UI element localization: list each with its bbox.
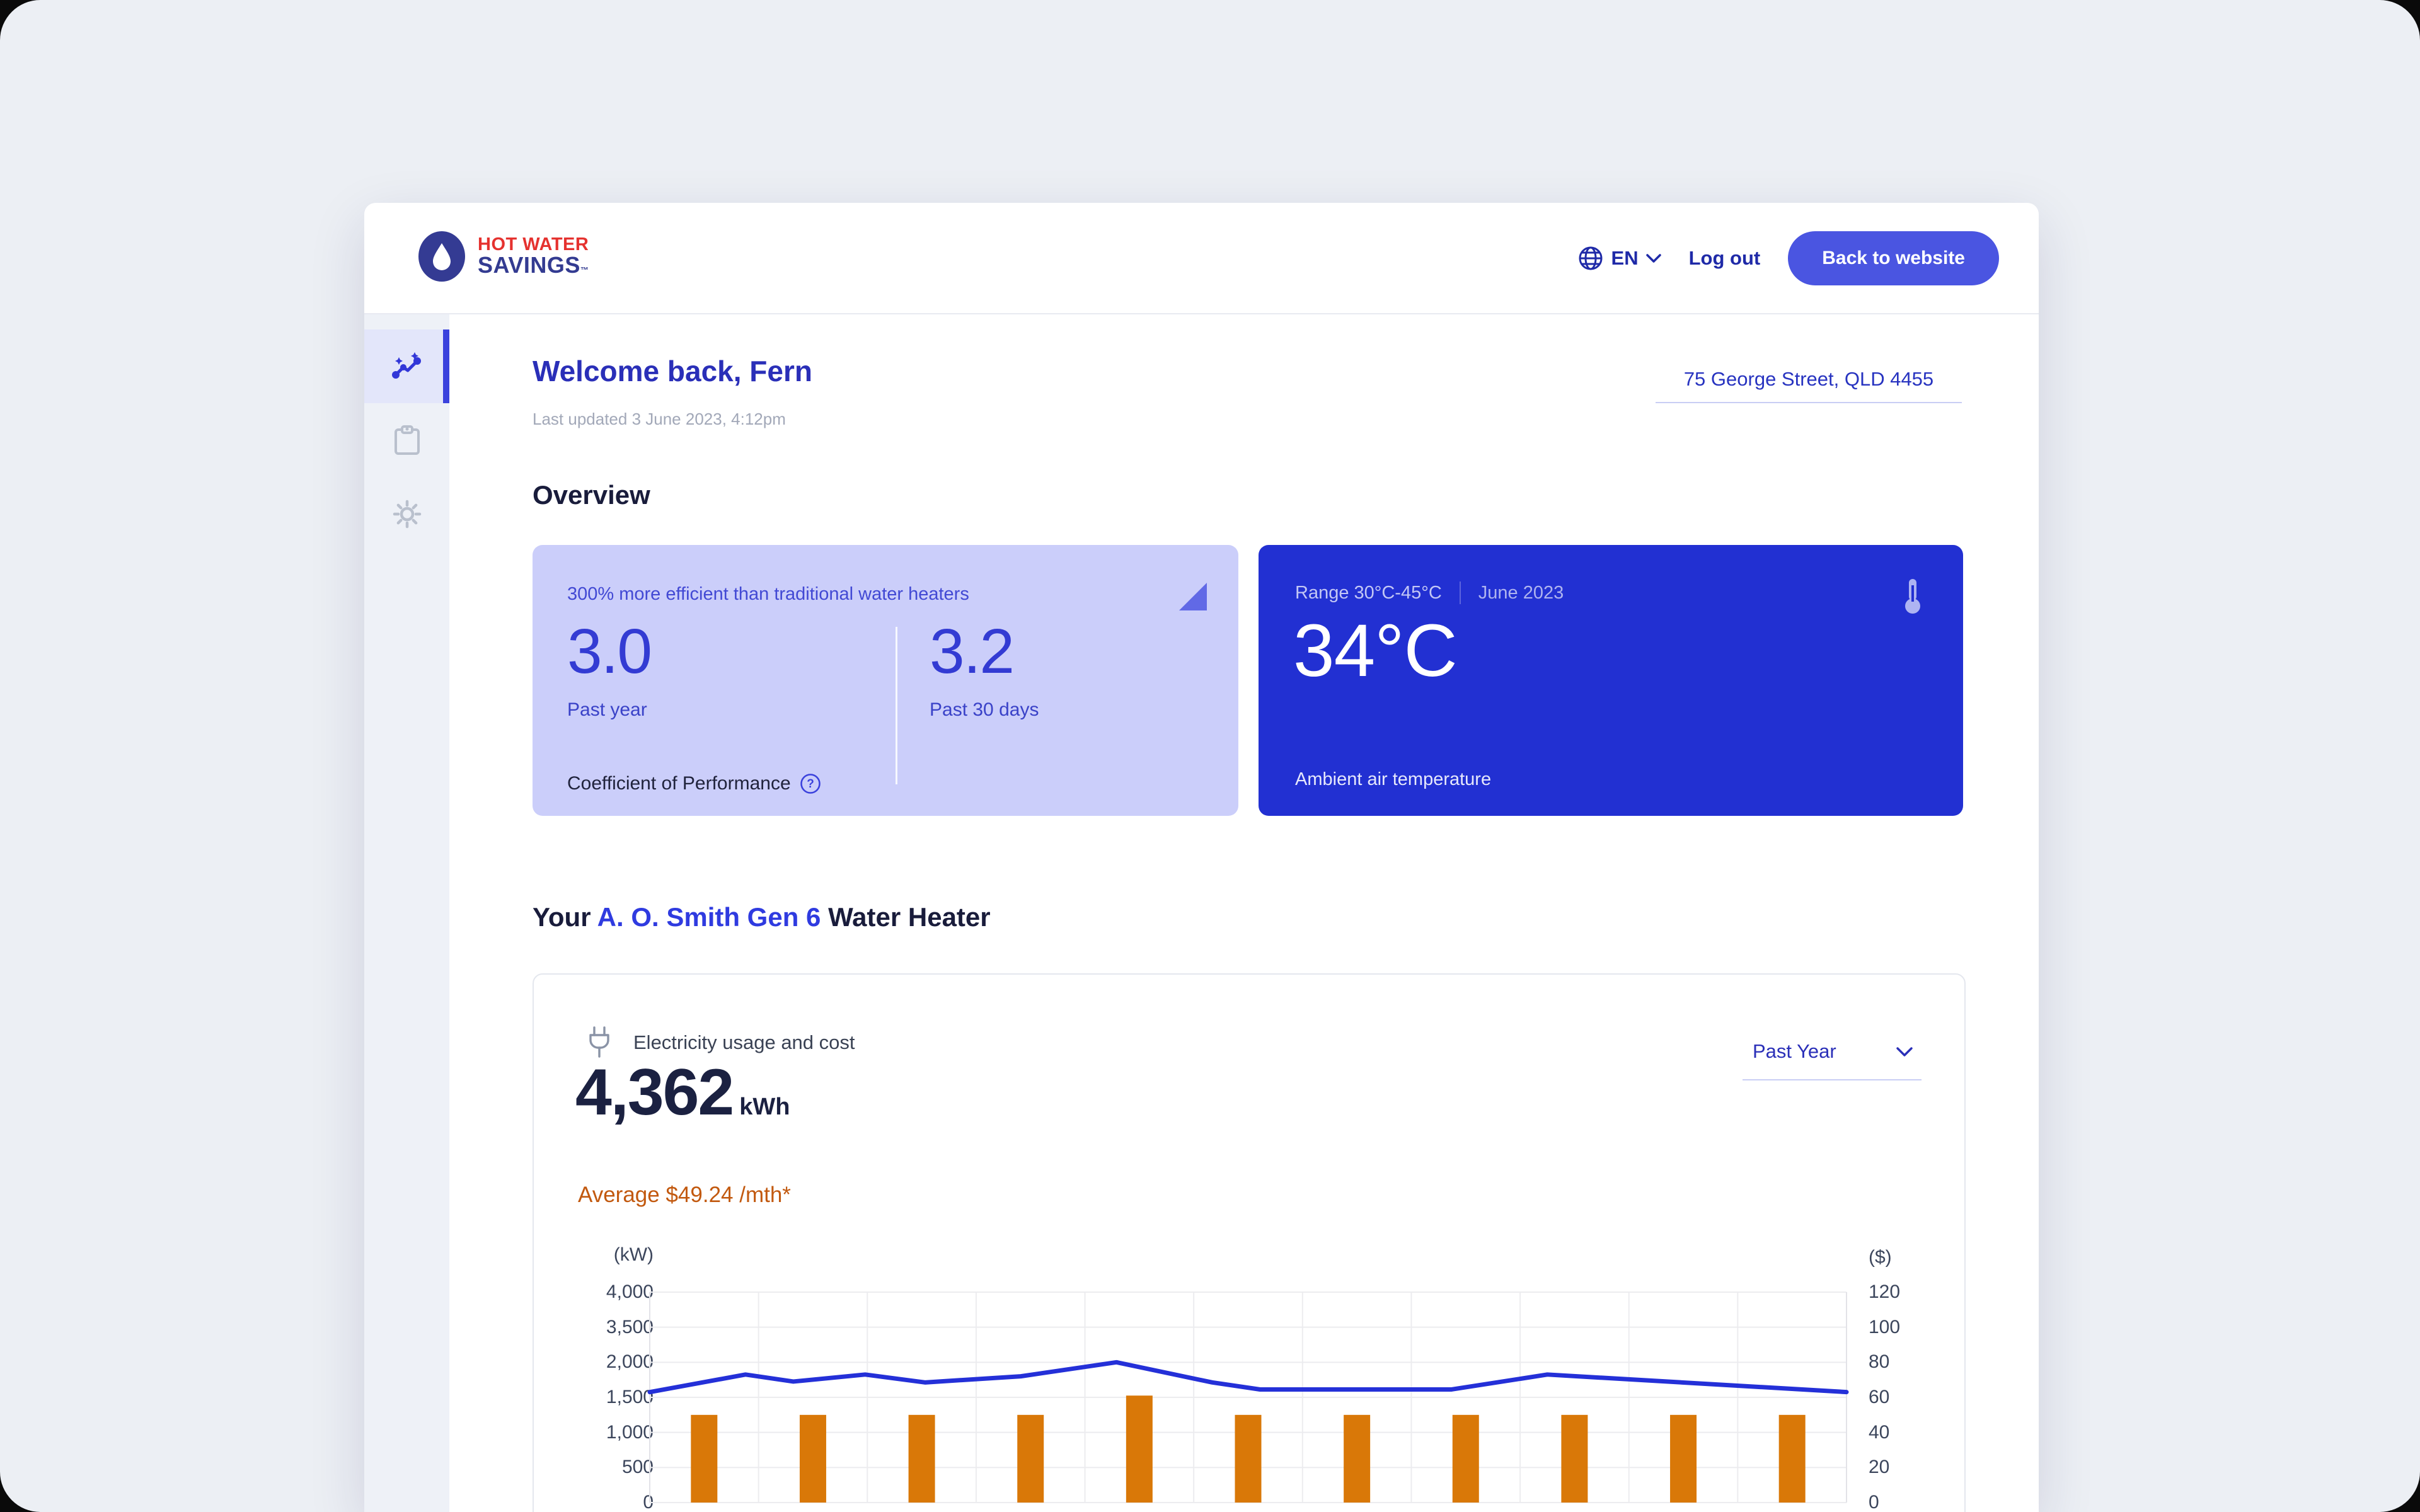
back-to-website-button[interactable]: Back to website — [1788, 231, 1999, 285]
axis-tick: 500 — [621, 1457, 654, 1478]
cost-bar — [799, 1414, 826, 1503]
chevron-down-icon — [1896, 1046, 1913, 1057]
usage-total-unit: kWh — [739, 1094, 790, 1120]
period-selector[interactable]: Past Year — [1743, 1040, 1922, 1080]
water-droplet-icon — [418, 231, 465, 282]
axis-tick: 20 — [1869, 1457, 1890, 1478]
cop-value: 3.0 — [567, 616, 652, 687]
axis-tick: 80 — [1869, 1351, 1890, 1373]
overview-heading: Overview — [533, 480, 650, 510]
language-label: EN — [1611, 246, 1639, 269]
cop-stat-past-30-days: 3.2 Past 30 days — [930, 616, 1039, 721]
clipboard-icon — [394, 425, 420, 455]
cost-bar — [1344, 1414, 1371, 1503]
cost-bar — [1778, 1414, 1806, 1503]
language-selector[interactable]: EN — [1577, 245, 1661, 272]
period-selected-value: Past Year — [1753, 1040, 1836, 1062]
cost-bar — [1017, 1414, 1044, 1503]
page-title: Welcome back, Fern — [533, 355, 812, 387]
axis-tick: 40 — [1869, 1421, 1890, 1443]
usage-line — [647, 1360, 1849, 1395]
property-address-link[interactable]: 75 George Street, QLD 4455 — [1656, 368, 1962, 403]
sidebar-nav — [364, 314, 449, 1512]
cop-value: 3.2 — [930, 616, 1015, 687]
last-updated: Last updated 3 June 2023, 4:12pm — [533, 410, 786, 428]
efficiency-caption: 300% more efficient than traditional wat… — [567, 584, 969, 604]
coefficient-footer: Coefficient of Performance ? — [567, 773, 821, 794]
usage-average-cost: Average $49.24 /mth* — [578, 1183, 791, 1207]
usage-cost-chart — [647, 1292, 1849, 1503]
cost-bar — [908, 1414, 935, 1503]
axis-tick: 1,000 — [606, 1421, 654, 1443]
cop-label: Past year — [567, 699, 647, 720]
axis-tick: 1,500 — [606, 1387, 654, 1407]
axis-tick: 2,000 — [606, 1351, 654, 1373]
axis-tick: 120 — [1869, 1281, 1901, 1302]
axis-tick: 60 — [1869, 1387, 1890, 1407]
heater-model-link[interactable]: A. O. Smith Gen 6 — [597, 902, 821, 932]
brand-logo: HOT WATER SAVINGS™ — [417, 231, 589, 282]
axis-tick: 4,000 — [606, 1281, 654, 1302]
trend-sparkline-icon — [391, 352, 421, 379]
globe-icon — [1579, 246, 1603, 270]
electricity-usage-card: Electricity usage and cost Past Year 4,3… — [533, 973, 1966, 1512]
cop-label: Past 30 days — [930, 699, 1039, 720]
cost-bar — [1235, 1414, 1262, 1503]
heater-title-prefix: Your — [533, 902, 597, 932]
thermometer-icon — [1905, 579, 1920, 614]
usage-total-value: 4,362 — [575, 1056, 734, 1129]
temperature-range: Range 30°C-45°C — [1295, 582, 1442, 603]
screen-background: HOT WATER SAVINGS™ EN Log out Back to we… — [0, 0, 2420, 1512]
app-header: HOT WATER SAVINGS™ EN Log out Back to we… — [364, 203, 2039, 314]
logout-button[interactable]: Log out — [1689, 247, 1761, 270]
brand-logo-text: HOT WATER SAVINGS™ — [478, 234, 589, 278]
usage-card-title: Electricity usage and cost — [633, 1031, 855, 1053]
heater-section-heading: Your A. O. Smith Gen 6 Water Heater — [533, 902, 991, 932]
stat-divider — [896, 627, 897, 784]
cost-bar — [1126, 1395, 1153, 1503]
logo-line2: SAVINGS™ — [478, 252, 589, 278]
temperature-card: Range 30°C-45°C June 2023 34°C Ambient a… — [1259, 545, 1963, 816]
question-circle-icon[interactable]: ? — [800, 773, 821, 794]
cost-bar — [691, 1414, 718, 1503]
chevron-down-icon — [1645, 253, 1661, 263]
cost-bar — [1670, 1414, 1697, 1503]
cost-bar — [1561, 1414, 1588, 1503]
sidebar-item-reports[interactable] — [364, 403, 449, 477]
left-axis-title: (kW) — [613, 1244, 654, 1265]
meta-divider — [1459, 581, 1461, 604]
cop-stat-past-year: 3.0 Past year — [567, 616, 652, 721]
efficiency-card: 300% more efficient than traditional wat… — [533, 545, 1238, 816]
address-underline — [1656, 402, 1962, 403]
gear-icon — [393, 500, 421, 528]
temperature-meta: Range 30°C-45°C June 2023 — [1295, 581, 1564, 604]
axis-tick: 0 — [1869, 1492, 1879, 1512]
period-underline — [1743, 1079, 1922, 1080]
cost-bar — [1452, 1414, 1479, 1503]
temperature-month: June 2023 — [1478, 582, 1564, 603]
heater-title-suffix: Water Heater — [821, 902, 991, 932]
sidebar-item-settings[interactable] — [364, 477, 449, 551]
header-actions: EN Log out Back to website — [1577, 203, 1999, 313]
ramp-triangle-icon — [1179, 583, 1207, 610]
property-address: 75 George Street, QLD 4455 — [1683, 368, 1934, 390]
right-axis-title: ($) — [1869, 1247, 1892, 1268]
ambient-temperature-value: 34°C — [1293, 609, 1458, 692]
axis-tick: 100 — [1869, 1316, 1901, 1337]
app-window: HOT WATER SAVINGS™ EN Log out Back to we… — [364, 203, 2039, 1512]
temperature-caption: Ambient air temperature — [1295, 769, 1492, 789]
usage-total: 4,362 kWh — [575, 1055, 790, 1130]
trademark-symbol: ™ — [580, 265, 589, 275]
axis-tick: 0 — [643, 1492, 654, 1512]
axis-tick: 3,500 — [606, 1316, 654, 1337]
logo-line1: HOT WATER — [478, 234, 589, 255]
svg-text:?: ? — [807, 777, 814, 791]
sidebar-item-dashboard[interactable] — [364, 329, 449, 403]
coefficient-label: Coefficient of Performance — [567, 773, 791, 794]
